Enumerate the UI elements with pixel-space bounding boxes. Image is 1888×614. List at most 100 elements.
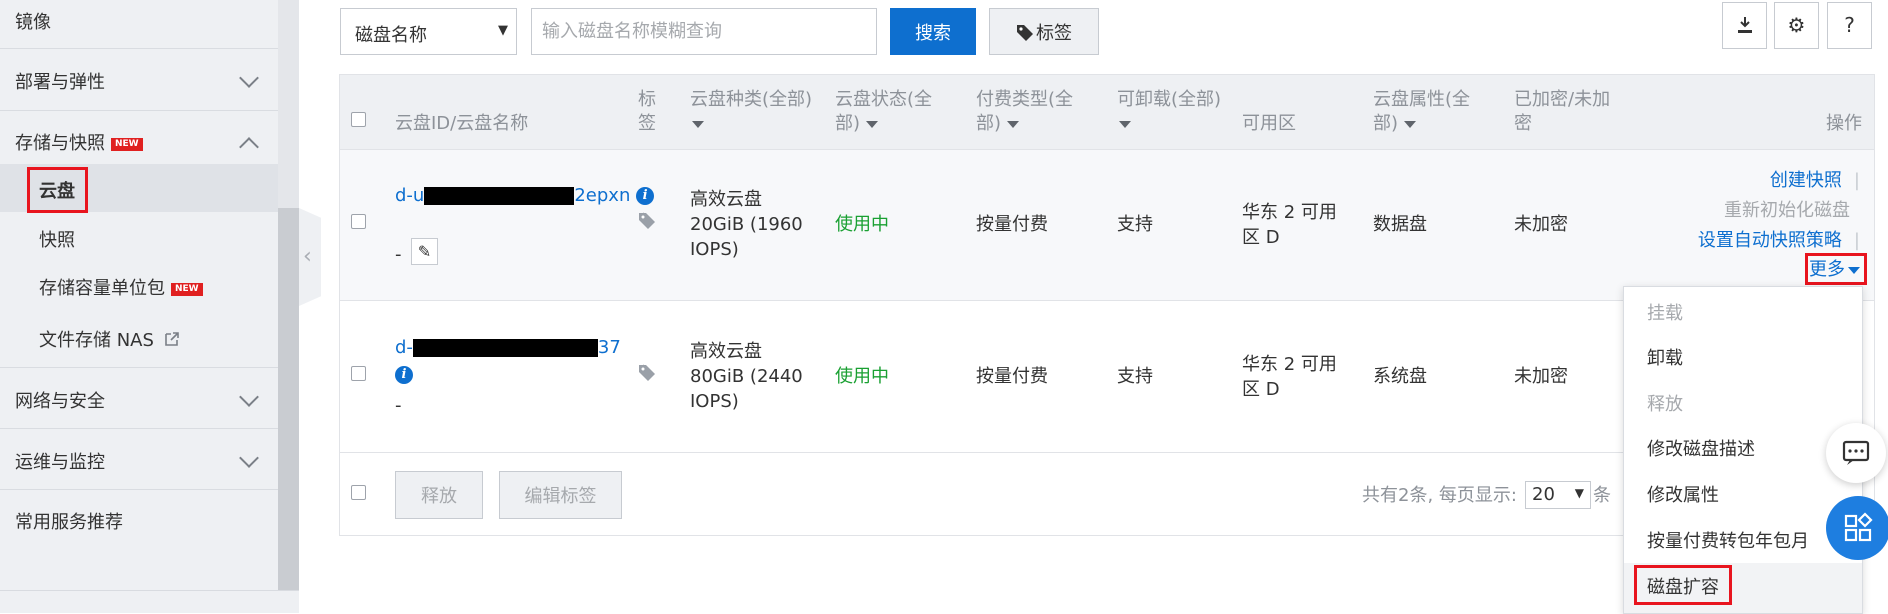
menu-item-edit-description[interactable]: 修改磁盘描述 [1647,435,1755,461]
pay-type: 按量付费 [976,366,1048,387]
zone: 华东 2 可用区 D [1242,352,1337,402]
caret-down-icon [1007,120,1020,128]
header-disk-id: 云盘ID/云盘名称 [395,113,529,134]
footer-select-all-checkbox[interactable] [351,485,366,500]
separator: | [1853,170,1860,191]
sidebar-item-ops[interactable]: 运维与监控 [0,448,278,478]
tag-filter-button[interactable]: 标签 [989,8,1099,55]
disk-status: 使用中 [835,214,889,235]
sidebar-scrollbar-thumb[interactable] [278,208,299,590]
detachable: 支持 [1117,366,1153,387]
disk-id-link[interactable]: d- 37 [395,335,621,360]
disk-id-link[interactable]: d-u 2epxn i [395,183,655,208]
zone-line2: 区 D [1242,379,1280,400]
sidebar-item-label: 文件存储 NAS [39,326,180,352]
row-checkbox[interactable] [351,214,366,229]
header-disk-status[interactable]: 云盘状态(全 部) [835,88,932,136]
header-pay-type-label-2: 部) [976,113,1002,134]
header-detachable-label: 可卸载(全部) [1117,89,1222,110]
sidebar-item-label: 部署与弹性 [15,72,105,93]
info-icon-wrap: i [395,362,413,387]
op-create-snapshot[interactable]: 创建快照 | [1770,169,1860,193]
highlight-box [27,167,88,213]
search-button[interactable]: 搜索 [890,8,976,55]
sidebar-item-common[interactable]: 常用服务推荐 [0,508,278,538]
page-size-unit: 条 [1593,485,1611,506]
divider [0,489,278,490]
info-icon[interactable]: i [636,187,655,205]
chevron-left-icon: ‹ [303,244,312,269]
header-detachable[interactable]: 可卸载(全部) [1117,88,1221,136]
sidebar-collapse-toggle[interactable]: ‹ [299,208,321,306]
tag-icon[interactable] [638,212,660,237]
chevron-down-icon [239,68,259,88]
sidebar-item-nas[interactable]: 文件存储 NAS [0,326,278,356]
export-button[interactable] [1722,2,1767,49]
redaction [424,187,575,205]
divider [0,110,278,111]
disk-id-suffix: 37 [597,337,621,358]
table-header [340,75,1874,150]
release-button[interactable]: 释放 [395,471,483,519]
chevron-up-icon [239,137,259,157]
page-size-select[interactable]: 20 ▼ [1525,481,1591,509]
gear-icon: ⚙ [1787,13,1806,37]
new-badge: NEW [111,137,143,151]
encryption: 未加密 [1514,214,1568,235]
disk-type-line1: 高效云盘 [690,341,762,362]
page-size-value: 20 [1532,484,1555,505]
disk-type-line2: 80GiB (2440 [690,366,803,387]
select-all-checkbox[interactable] [351,112,366,127]
menu-item-edit-attributes[interactable]: 修改属性 [1647,481,1719,507]
header-pay-type[interactable]: 付费类型(全 部) [976,88,1073,136]
sidebar-item-snapshot[interactable]: 快照 [0,226,278,256]
disk-attr: 数据盘 [1373,214,1427,235]
divider [0,428,278,429]
pencil-icon: ✎ [417,242,432,261]
sidebar-item-label: 常用服务推荐 [15,512,123,533]
sidebar-item-label: 镜像 [15,12,51,33]
disk-id-prefix: d-u [395,185,425,206]
header-disk-status-label: 云盘状态(全 [835,89,933,110]
sidebar-item-deploy[interactable]: 部署与弹性 [0,68,278,98]
export-icon [1737,17,1752,33]
chat-button[interactable] [1826,423,1886,483]
header-disk-type-label: 云盘种类(全部) [690,89,813,110]
tag-icon[interactable] [638,364,660,389]
settings-button[interactable]: ⚙ [1774,2,1819,49]
edit-tags-button[interactable]: 编辑标签 [499,471,622,519]
header-disk-attr-label: 云盘属性(全 [1373,89,1471,110]
disk-id-suffix: 2epxn [574,185,631,206]
info-icon[interactable]: i [395,366,413,384]
tag-filter-label: 标签 [1036,22,1072,44]
op-auto-snapshot-policy[interactable]: 设置自动快照策略 | [1698,229,1860,253]
header-disk-attr-label-2: 部) [1373,113,1399,134]
op-auto-snapshot-policy-label: 设置自动快照策略 [1697,230,1842,251]
sidebar-footer [0,590,299,613]
menu-item-detach[interactable]: 卸载 [1647,344,1683,370]
nas-label: 文件存储 NAS [39,330,154,351]
sidebar-item-network[interactable]: 网络与安全 [0,387,278,417]
header-disk-attr[interactable]: 云盘属性(全 部) [1373,88,1470,136]
external-link-icon [164,332,179,346]
row-checkbox[interactable] [351,366,366,381]
search-field-select[interactable]: 磁盘名称 ▼ [340,8,517,55]
highlight-box [1805,253,1867,285]
app-grid-button[interactable] [1826,496,1888,560]
sidebar-item-mirror[interactable]: 镜像 [0,8,278,38]
menu-item-convert-billing[interactable]: 按量付费转包年包月 [1647,527,1809,553]
zone-line1: 华东 2 可用 [1242,354,1337,375]
header-disk-type[interactable]: 云盘种类(全部) [690,88,812,136]
sidebar-item-capacity[interactable]: 存储容量单位包 NEW [0,274,278,304]
menu-item-release: 释放 [1647,394,1683,415]
redaction [412,339,598,357]
zone-line2: 区 D [1242,227,1280,248]
sidebar-item-storage[interactable]: 存储与快照 NEW [0,129,278,159]
edit-name-button[interactable]: ✎ [411,238,438,265]
help-button[interactable]: ? [1827,2,1872,49]
disk-type-line1: 高效云盘 [690,189,762,210]
caret-down-icon [1404,120,1417,128]
search-input[interactable] [531,8,877,55]
caret-down-icon [692,120,704,128]
header-operations: 操作 [1826,113,1862,134]
